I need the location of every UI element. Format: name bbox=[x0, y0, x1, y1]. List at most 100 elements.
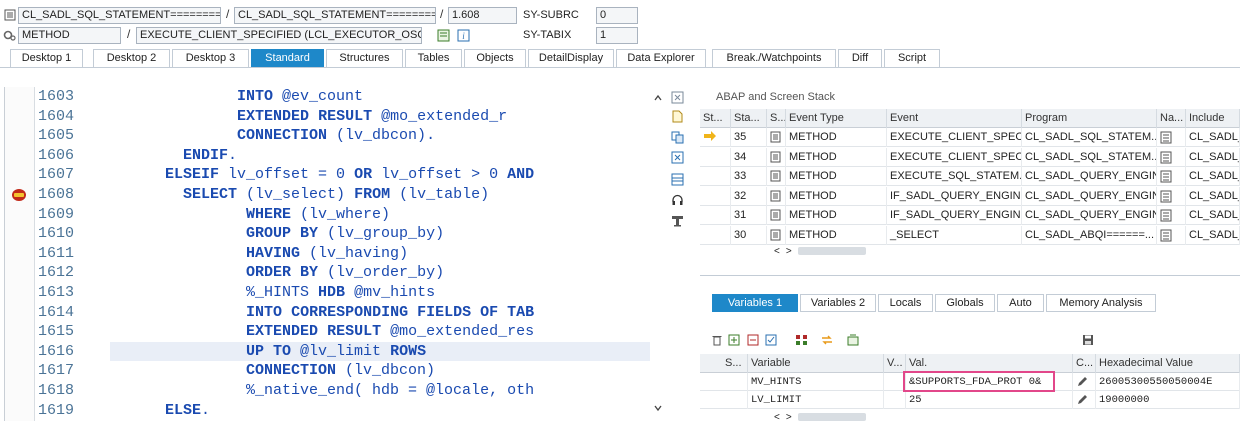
info-icon[interactable]: i bbox=[456, 29, 470, 43]
column-header[interactable]: C... bbox=[1073, 354, 1096, 373]
hierarchy-icon[interactable] bbox=[794, 334, 808, 348]
column-header[interactable]: Event bbox=[887, 109, 1022, 128]
program-field[interactable]: CL_SADL_SQL_STATEMENT======== bbox=[18, 7, 221, 24]
navigate-icon[interactable] bbox=[1157, 167, 1186, 186]
code-line[interactable]: 1611 HAVING (lv_having) bbox=[5, 244, 665, 264]
line-number-field[interactable]: 1.608 bbox=[448, 7, 517, 24]
copy-icon[interactable] bbox=[670, 130, 685, 145]
stack-row[interactable]: 32 METHOD IF_SADL_QUERY_ENGIN... CL_SADL_QU… bbox=[700, 186, 1240, 206]
expand-icon[interactable] bbox=[670, 90, 685, 105]
stack-horizontal-scrollbar[interactable]: < > bbox=[774, 245, 914, 257]
column-header[interactable]: Sta... bbox=[731, 109, 767, 128]
layout-icon[interactable] bbox=[670, 172, 685, 187]
navigate-icon[interactable] bbox=[1157, 225, 1186, 245]
variables-horizontal-scrollbar[interactable]: < > bbox=[774, 411, 914, 423]
tab-diff[interactable]: Diff bbox=[838, 49, 882, 67]
event-name-field[interactable]: EXECUTE_CLIENT_SPECIFIED (LCL_EXECUTOR_O… bbox=[136, 27, 422, 44]
column-header[interactable]: S... bbox=[722, 354, 748, 373]
headset-icon[interactable] bbox=[670, 193, 685, 208]
variable-row[interactable]: LV_LIMIT 25 19000000 bbox=[700, 391, 1240, 409]
stack-row[interactable]: 34 METHOD EXECUTE_CLIENT_SPECI... CL_SADL_S… bbox=[700, 147, 1240, 167]
edit-icon[interactable] bbox=[1073, 391, 1096, 409]
navigate-icon[interactable] bbox=[1157, 186, 1186, 206]
document-icon[interactable] bbox=[436, 29, 450, 43]
column-header[interactable]: Hexadecimal Value bbox=[1096, 354, 1240, 373]
column-header[interactable]: Event Type bbox=[786, 109, 887, 128]
frame-type-icon[interactable] bbox=[767, 206, 786, 225]
include-field[interactable]: CL_SADL_SQL_STATEMENT======== bbox=[234, 7, 436, 24]
tab-data-explorer[interactable]: Data Explorer bbox=[616, 49, 706, 67]
tab-desktop-3[interactable]: Desktop 3 bbox=[172, 49, 249, 67]
tab-standard[interactable]: Standard bbox=[251, 49, 324, 67]
column-header[interactable]: Program bbox=[1022, 109, 1157, 128]
source-code-editor[interactable]: 1603 INTO @ev_count 1604 EXTENDED RESULT … bbox=[4, 87, 667, 421]
delete-row-icon[interactable] bbox=[746, 334, 760, 348]
tab-objects[interactable]: Objects bbox=[464, 49, 526, 67]
save-icon[interactable] bbox=[1081, 334, 1095, 348]
stack-row[interactable]: 33 METHOD EXECUTE_SQL_STATEM... CL_SADL_QUE… bbox=[700, 167, 1240, 186]
transfer-icon[interactable] bbox=[820, 334, 834, 348]
navigate-icon[interactable] bbox=[1157, 147, 1186, 167]
navigate-icon[interactable] bbox=[1157, 128, 1186, 147]
code-line[interactable]: 1615 EXTENDED RESULT @mo_extended_res bbox=[5, 322, 665, 342]
tab-desktop-2[interactable]: Desktop 2 bbox=[93, 49, 170, 67]
tab-desktop-1[interactable]: Desktop 1 bbox=[10, 49, 83, 67]
navigate-icon[interactable] bbox=[1157, 206, 1186, 225]
code-line[interactable]: 1612 ORDER BY (lv_order_by) bbox=[5, 263, 665, 283]
tab-locals[interactable]: Locals bbox=[878, 294, 933, 312]
tab-memory-analysis[interactable]: Memory Analysis bbox=[1046, 294, 1156, 312]
scroll-thumb[interactable] bbox=[797, 247, 866, 255]
frame-type-icon[interactable] bbox=[767, 147, 786, 167]
tab-script[interactable]: Script bbox=[884, 49, 940, 67]
code-line[interactable]: 1606 ENDIF. bbox=[5, 146, 665, 166]
tab-structures[interactable]: Structures bbox=[326, 49, 403, 67]
column-header[interactable]: St... bbox=[700, 109, 731, 128]
insert-row-icon[interactable] bbox=[727, 334, 741, 348]
edit-icon[interactable] bbox=[1073, 373, 1096, 391]
code-line[interactable]: 1616 UP TO @lv_limit ROWS bbox=[38, 341, 650, 362]
stack-row[interactable]: 35 METHOD EXECUTE_CLIENT_SPECI... CL_SADL_S… bbox=[700, 128, 1240, 147]
trash-icon[interactable] bbox=[710, 334, 724, 348]
code-line[interactable]: 1604 EXTENDED RESULT @mo_extended_r bbox=[5, 107, 665, 127]
tools-icon[interactable] bbox=[670, 213, 685, 228]
code-line[interactable]: 1617 CONNECTION (lv_dbcon) bbox=[5, 361, 665, 381]
close-window-icon[interactable] bbox=[670, 150, 685, 165]
scroll-down-icon[interactable] bbox=[652, 403, 664, 415]
frame-type-icon[interactable] bbox=[767, 225, 786, 245]
code-line[interactable]: 1613 %_HINTS HDB @mv_hints bbox=[5, 283, 665, 303]
code-line[interactable]: 1609 WHERE (lv_where) bbox=[5, 205, 665, 225]
code-line[interactable]: 1610 GROUP BY (lv_group_by) bbox=[5, 224, 665, 244]
tab-globals[interactable]: Globals bbox=[935, 294, 995, 312]
breakpoint-icon[interactable] bbox=[11, 188, 27, 202]
tab-breakpoints[interactable]: Break./Watchpoints bbox=[712, 49, 836, 67]
stack-row[interactable]: 31 METHOD IF_SADL_QUERY_ENGIN... CL_SADL_QU… bbox=[700, 206, 1240, 225]
column-header[interactable]: Variable bbox=[748, 354, 884, 373]
tab-auto[interactable]: Auto bbox=[997, 294, 1044, 312]
current-frame-cell[interactable] bbox=[700, 128, 731, 147]
frame-type-icon[interactable] bbox=[767, 186, 786, 206]
code-line[interactable]: 1605 CONNECTION (lv_dbcon). bbox=[5, 126, 665, 146]
column-header[interactable]: Include bbox=[1186, 109, 1240, 128]
select-icon[interactable] bbox=[764, 334, 778, 348]
column-header[interactable]: S... bbox=[767, 109, 786, 128]
scroll-right-icon[interactable]: > bbox=[786, 246, 792, 257]
scroll-up-icon[interactable] bbox=[652, 93, 664, 105]
tab-variables-2[interactable]: Variables 2 bbox=[800, 294, 876, 312]
code-line[interactable]: 1618 %_native_end( hdb = @locale, oth bbox=[5, 381, 665, 401]
scroll-thumb[interactable] bbox=[797, 413, 866, 421]
frame-type-icon[interactable] bbox=[767, 128, 786, 147]
tab-variables-1[interactable]: Variables 1 bbox=[712, 294, 798, 312]
event-type-field[interactable]: METHOD bbox=[18, 27, 121, 44]
code-line[interactable]: 1614 INTO CORRESPONDING FIELDS OF TAB bbox=[5, 303, 665, 323]
code-line[interactable]: 1619 ELSE. bbox=[5, 401, 665, 421]
stack-row[interactable]: 30 METHOD _SELECT CL_SADL_ABQI======... CL_S… bbox=[700, 225, 1240, 245]
column-header[interactable]: Na... bbox=[1157, 109, 1186, 128]
new-document-icon[interactable] bbox=[670, 109, 685, 124]
tab-detaildisplay[interactable]: DetailDisplay bbox=[528, 49, 614, 67]
code-line[interactable]: 1607 ELSEIF lv_offset = 0 OR lv_offset >… bbox=[5, 165, 665, 185]
export-icon[interactable] bbox=[846, 334, 860, 348]
scroll-left-icon[interactable]: < bbox=[774, 246, 780, 257]
code-line[interactable]: 1608 SELECT (lv_select) FROM (lv_table) bbox=[5, 185, 665, 205]
code-line[interactable]: 1603 INTO @ev_count bbox=[5, 87, 665, 107]
frame-type-icon[interactable] bbox=[767, 167, 786, 186]
